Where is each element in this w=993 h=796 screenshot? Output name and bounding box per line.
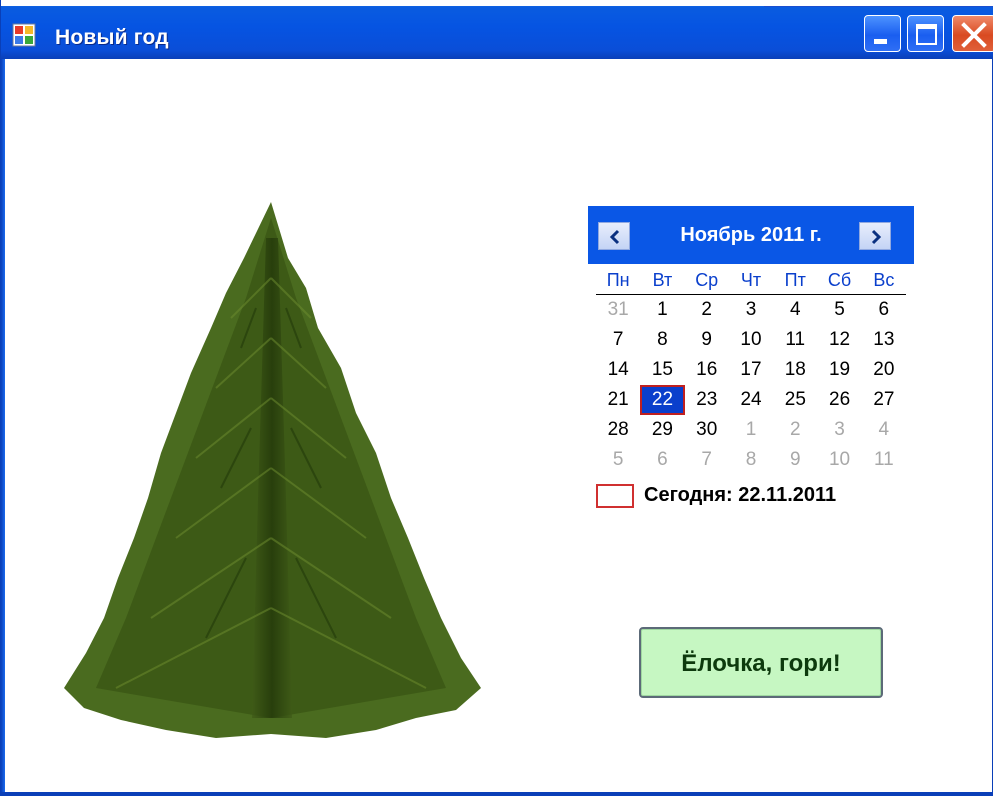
calendar-day[interactable]: 13 [862,325,906,355]
weekday-label: Вт [652,269,673,290]
today-marker[interactable] [596,484,634,508]
calendar-day-other-month[interactable]: 4 [862,415,906,445]
window-title: Новый год [55,26,169,49]
calendar-week-row: 31 1 2 3 4 5 6 [596,295,906,325]
calendar-day[interactable]: 12 [817,325,861,355]
calendar-day[interactable]: 15 [640,355,684,385]
today-label[interactable]: Сегодня: 22.11.2011 [644,484,836,507]
calendar-day-other-month[interactable]: 6 [640,445,684,475]
calendar-day-other-month[interactable]: 1 [729,415,773,445]
calendar-day[interactable]: 19 [817,355,861,385]
calendar-day[interactable]: 10 [729,325,773,355]
calendar-day[interactable]: 27 [862,385,906,415]
calendar-day[interactable]: 7 [596,325,640,355]
calendar-day[interactable]: 30 [685,415,729,445]
calendar-day[interactable]: 18 [773,355,817,385]
minimize-button[interactable] [864,15,901,52]
calendar-day-other-month[interactable]: 2 [773,415,817,445]
title-top-line [764,0,993,7]
calendar-day[interactable]: 3 [729,295,773,325]
calendar-day[interactable]: 1 [640,295,684,325]
weekday-label: Пн [606,269,630,290]
calendar-weeks: 31 1 2 3 4 5 6 7 8 9 10 11 12 13 14 15 16 17 18 19 20 21 22 23 2… [596,295,906,475]
calendar-day[interactable]: 16 [685,355,729,385]
calendar-day[interactable]: 28 [596,415,640,445]
christmas-tree-image [64,202,481,738]
calendar-day[interactable]: 29 [640,415,684,445]
calendar-day[interactable]: 26 [817,385,861,415]
calendar-week-row: 14 15 16 17 18 19 20 [596,355,906,385]
calendar-day[interactable]: 25 [773,385,817,415]
weekday-label: Пт [784,269,806,290]
title-bar[interactable]: Новый год [1,0,993,59]
calendar-day-selected[interactable]: 22 [640,385,685,415]
calendar-day-other-month[interactable]: 8 [729,445,773,475]
weekday-header-row: Пн Вт Ср Чт Пт Сб Вс [596,266,906,295]
calendar-week-row: 7 8 9 10 11 12 13 [596,325,906,355]
calendar-day[interactable]: 5 [817,295,861,325]
calendar-day-other-month[interactable]: 3 [817,415,861,445]
weekday-label: Вс [873,269,895,290]
calendar-day-other-month[interactable]: 10 [817,445,861,475]
calendar-header: Ноябрь 2011 г. [588,206,914,264]
calendar-week-row: 21 22 23 24 25 26 27 [596,385,906,415]
weekday-label: Сб [827,269,852,290]
maximize-icon [916,24,937,45]
calendar-day[interactable]: 4 [773,295,817,325]
calendar-day[interactable]: 11 [773,325,817,355]
calendar-week-row: 5 6 7 8 9 10 11 [596,445,906,475]
month-calendar[interactable]: Ноябрь 2011 г. Пн Вт Ср Чт Пт Сб Вс 31 1 2… [588,206,914,508]
calendar-day-other-month[interactable]: 5 [596,445,640,475]
calendar-grid: Пн Вт Ср Чт Пт Сб Вс 31 1 2 3 4 5 6 7 8 9 10 11 12 13… [596,266,906,475]
calendar-day[interactable]: 17 [729,355,773,385]
light-tree-button[interactable]: Ёлочка, гори! [639,627,883,698]
calendar-day[interactable]: 23 [685,385,729,415]
calendar-day[interactable]: 24 [729,385,773,415]
calendar-day[interactable]: 21 [596,385,640,415]
maximize-button[interactable] [907,15,944,52]
minimize-icon [874,39,887,44]
calendar-day-other-month[interactable]: 9 [773,445,817,475]
weekday-label: Ср [695,269,719,290]
calendar-week-row: 28 29 30 1 2 3 4 [596,415,906,445]
next-month-button[interactable] [859,222,891,250]
calendar-day[interactable]: 9 [685,325,729,355]
close-icon [961,22,987,48]
calendar-day[interactable]: 8 [640,325,684,355]
chevron-right-icon [871,229,882,245]
calendar-day-other-month[interactable]: 11 [862,445,906,475]
calendar-day[interactable]: 20 [862,355,906,385]
app-window: Новый год Ноябрь 2011 г. Пн Вт Ср Чт Пт … [0,0,993,796]
weekday-label: Чт [740,269,762,290]
calendar-day-other-month[interactable]: 31 [596,295,640,325]
calendar-day[interactable]: 6 [862,295,906,325]
close-button[interactable] [952,15,993,52]
calendar-day[interactable]: 14 [596,355,640,385]
application-icon[interactable] [12,23,36,47]
calendar-day-other-month[interactable]: 7 [685,445,729,475]
calendar-day[interactable]: 2 [685,295,729,325]
